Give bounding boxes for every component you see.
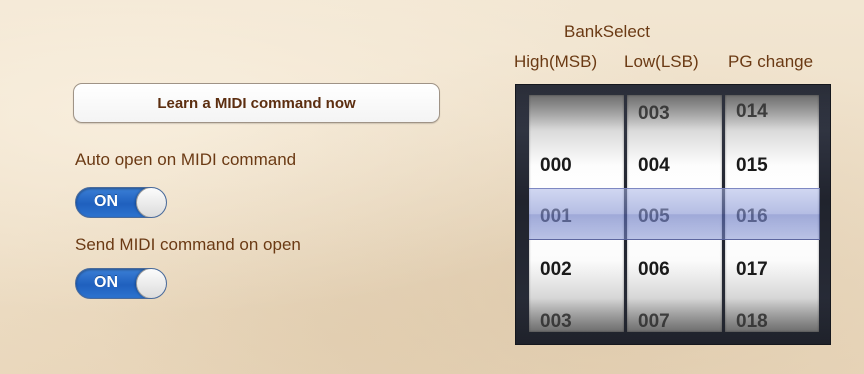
pg-row[interactable]: 014 [736,101,768,123]
send-on-open-label: Send MIDI command on open [75,235,301,254]
bank-select-title: BankSelect [564,22,650,41]
send-on-open-toggle[interactable]: ON [75,268,167,299]
midi-settings-panel: Learn a MIDI command now Auto open on MI… [0,0,864,374]
picker-selection-bar [529,188,820,240]
msb-row[interactable]: 002 [540,259,572,281]
lsb-row[interactable]: 003 [638,103,670,125]
msb-row[interactable]: 003 [540,311,572,332]
lsb-row[interactable]: 007 [638,311,670,332]
lsb-row[interactable]: 004 [638,155,670,177]
pg-row[interactable]: 018 [736,311,768,332]
toggle-knob-icon [136,269,166,298]
learn-midi-command-button[interactable]: Learn a MIDI command now [73,83,440,123]
auto-open-toggle-state: ON [94,193,118,210]
column-header-lsb: Low(LSB) [624,52,699,71]
column-header-pg-change: PG change [728,52,814,71]
column-header-msb: High(MSB) [514,52,598,71]
bank-program-picker: 000 001 002 003 003 004 005 006 007 014 … [515,84,831,345]
send-on-open-toggle-state: ON [94,274,118,291]
pg-row[interactable]: 015 [736,155,768,177]
msb-row[interactable]: 000 [540,155,572,177]
auto-open-label: Auto open on MIDI command [75,150,297,169]
auto-open-toggle[interactable]: ON [75,187,167,218]
toggle-knob-icon [136,188,166,217]
lsb-row[interactable]: 006 [638,259,670,281]
pg-row[interactable]: 017 [736,259,768,281]
